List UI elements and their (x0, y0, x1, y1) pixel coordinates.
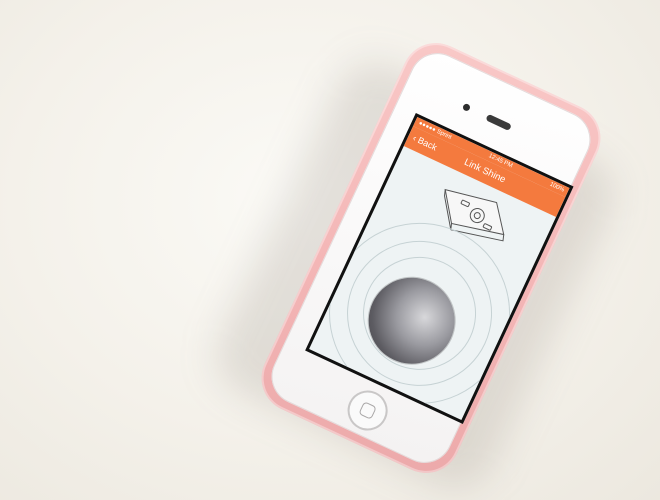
home-button[interactable] (341, 383, 395, 438)
front-camera-icon (461, 102, 472, 113)
photo-background: ●●●●● Sprint 12:45 PM 100% ‹ Back Link S… (0, 0, 660, 500)
home-button-icon (358, 401, 377, 420)
earpiece-speaker (485, 113, 512, 132)
